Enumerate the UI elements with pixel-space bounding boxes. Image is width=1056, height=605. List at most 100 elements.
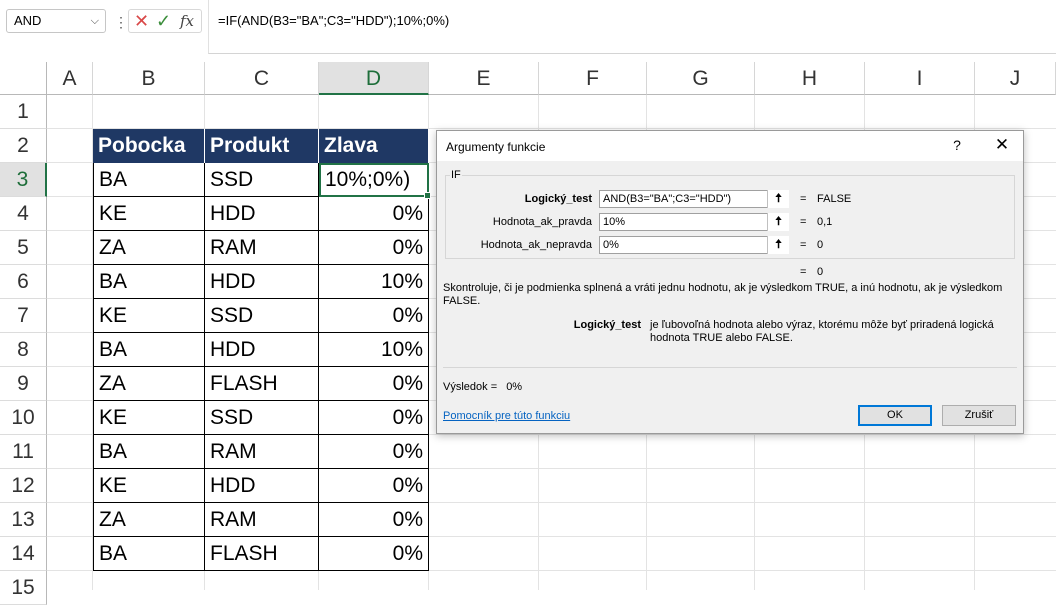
close-button[interactable]: ✕ (991, 135, 1013, 155)
insert-function-icon[interactable]: fx (180, 11, 194, 31)
table-cell[interactable]: ZA (93, 231, 205, 265)
divider (443, 367, 1017, 368)
arg-input-logical-test[interactable]: AND(B3="BA";C3="HDD") (599, 190, 789, 208)
column-header[interactable]: J (975, 62, 1056, 95)
formula-bar: AND ⌵ ⋮ ✕ ✓ fx =IF(AND(B3="BA";C3="HDD")… (0, 0, 1056, 54)
row-header[interactable]: 6 (0, 265, 47, 299)
row-header[interactable]: 2 (0, 129, 47, 163)
column-header[interactable]: G (647, 62, 755, 95)
help-link[interactable]: Pomocník pre túto funkciu (443, 410, 570, 422)
table-header-cell[interactable]: Zlava (319, 129, 429, 163)
row-header[interactable]: 1 (0, 95, 47, 129)
collapse-dialog-icon[interactable]: 🠅 (767, 190, 789, 208)
row-header[interactable]: 3 (0, 163, 47, 197)
formula-result-eq: = (800, 266, 807, 278)
chevron-down-icon[interactable]: ⌵ (91, 10, 99, 32)
column-header[interactable]: B (93, 62, 205, 95)
arg-eq: = (800, 216, 807, 228)
column-header[interactable]: F (539, 62, 647, 95)
table-cell[interactable]: 0% (319, 469, 429, 503)
collapse-dialog-icon[interactable]: 🠅 (767, 236, 789, 254)
table-cell[interactable]: 0% (319, 537, 429, 571)
function-arguments-dialog: Argumenty funkcie ? ✕ IF Logický_test AN… (436, 130, 1024, 434)
column-header[interactable]: E (429, 62, 539, 95)
table-cell[interactable]: 10% (319, 333, 429, 367)
table-cell[interactable]: HDD (205, 333, 319, 367)
active-cell[interactable]: 10%;0%) (319, 163, 431, 199)
table-cell[interactable]: 0% (319, 401, 429, 435)
formula-input[interactable]: =IF(AND(B3="BA";C3="HDD");10%;0%) (208, 0, 1056, 54)
table-header-cell[interactable]: Produkt (205, 129, 319, 163)
result-label: Výsledok = (443, 381, 498, 393)
argument-description-label: Logický_test (573, 319, 641, 331)
row-header[interactable]: 11 (0, 435, 47, 469)
arg-input-value-if-true[interactable]: 10% (599, 213, 789, 231)
row-header[interactable]: 7 (0, 299, 47, 333)
enter-icon[interactable]: ✓ (156, 11, 171, 31)
arg-eq: = (800, 239, 807, 251)
row-header[interactable]: 15 (0, 571, 47, 605)
table-cell[interactable]: BA (93, 333, 205, 367)
table-cell[interactable]: 0% (319, 299, 429, 333)
table-cell[interactable]: FLASH (205, 367, 319, 401)
table-cell[interactable]: HDD (205, 265, 319, 299)
more-options-icon: ⋮ (114, 14, 128, 30)
dialog-title: Argumenty funkcie (446, 140, 546, 154)
table-cell[interactable]: 0% (319, 231, 429, 265)
table-cell[interactable]: BA (93, 537, 205, 571)
cancel-icon[interactable]: ✕ (134, 11, 149, 31)
table-cell[interactable]: 0% (319, 435, 429, 469)
table-cell[interactable]: RAM (205, 435, 319, 469)
row-header[interactable]: 10 (0, 401, 47, 435)
arg-eq: = (800, 193, 807, 205)
arg-label-logical-test: Logický_test (524, 193, 592, 205)
table-cell[interactable]: FLASH (205, 537, 319, 571)
table-cell[interactable]: KE (93, 469, 205, 503)
table-cell[interactable]: SSD (205, 401, 319, 435)
table-cell[interactable]: KE (93, 197, 205, 231)
table-cell[interactable]: BA (93, 265, 205, 299)
table-cell[interactable]: 10% (319, 265, 429, 299)
select-all-corner[interactable] (0, 62, 47, 95)
row-header[interactable]: 8 (0, 333, 47, 367)
help-button[interactable]: ? (947, 137, 967, 153)
name-box[interactable]: AND ⌵ (6, 9, 106, 33)
arg-result-value-if-true: 0,1 (817, 216, 833, 228)
table-cell[interactable]: KE (93, 299, 205, 333)
table-cell[interactable]: 0% (319, 367, 429, 401)
table-cell[interactable]: 0% (319, 503, 429, 537)
cancel-button[interactable]: Zrušiť (942, 405, 1016, 426)
table-cell[interactable]: SSD (205, 163, 319, 197)
table-cell[interactable]: HDD (205, 469, 319, 503)
table-cell[interactable]: ZA (93, 503, 205, 537)
table-cell[interactable]: SSD (205, 299, 319, 333)
function-name: IF (450, 169, 462, 181)
arg-input-value-if-false[interactable]: 0% (599, 236, 789, 254)
column-header[interactable]: I (865, 62, 975, 95)
collapse-dialog-icon[interactable]: 🠅 (767, 213, 789, 231)
arg-label-value-if-false: Hodnota_ak_nepravda (480, 239, 592, 251)
table-cell[interactable]: BA (93, 163, 205, 197)
table-cell[interactable]: RAM (205, 231, 319, 265)
ok-button[interactable]: OK (858, 405, 932, 426)
column-header[interactable]: A (47, 62, 93, 95)
dialog-title-bar[interactable]: Argumenty funkcie ? ✕ (437, 131, 1023, 161)
row-header[interactable]: 12 (0, 469, 47, 503)
table-header-cell[interactable]: Pobocka (93, 129, 205, 163)
column-header[interactable]: C (205, 62, 319, 95)
row-header[interactable]: 13 (0, 503, 47, 537)
table-cell[interactable]: 0% (319, 197, 429, 231)
table-cell[interactable]: KE (93, 401, 205, 435)
row-header[interactable]: 9 (0, 367, 47, 401)
row-header[interactable]: 5 (0, 231, 47, 265)
column-header[interactable]: H (755, 62, 865, 95)
result-line: Výsledok = 0% (443, 381, 522, 393)
result-value: 0% (506, 381, 523, 393)
column-header[interactable]: D (319, 62, 429, 95)
table-cell[interactable]: ZA (93, 367, 205, 401)
row-header[interactable]: 14 (0, 537, 47, 571)
row-header[interactable]: 4 (0, 197, 47, 231)
table-cell[interactable]: HDD (205, 197, 319, 231)
table-cell[interactable]: RAM (205, 503, 319, 537)
table-cell[interactable]: BA (93, 435, 205, 469)
